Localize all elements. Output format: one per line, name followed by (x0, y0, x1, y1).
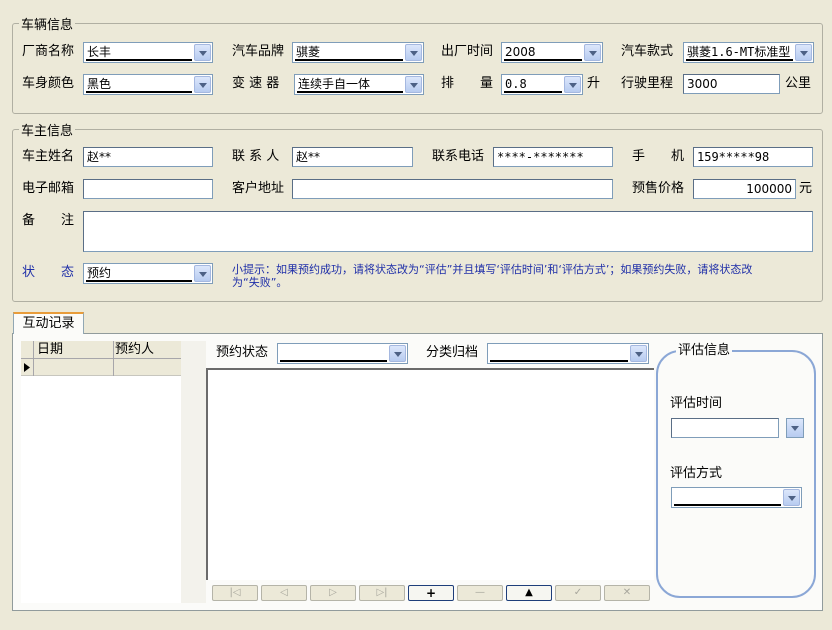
brand-combo[interactable]: 骐菱 (292, 42, 424, 63)
col-date-header[interactable]: 日期 (37, 341, 63, 359)
manufacturer-value: 长丰 (86, 44, 192, 61)
grid-header: 日期 预约人 (21, 341, 181, 359)
edit-record-button[interactable]: ▲ (506, 585, 552, 601)
prev-record-button[interactable]: ◁ (261, 585, 307, 601)
chevron-down-icon[interactable] (405, 76, 422, 93)
chevron-down-icon[interactable] (783, 489, 800, 506)
grid-divider (33, 341, 34, 376)
phone-field[interactable]: ****-******* (493, 147, 613, 167)
booking-status-value (280, 345, 387, 362)
table-row[interactable] (21, 359, 181, 376)
owner-name-field[interactable]: 赵** (83, 147, 213, 167)
owner-name-label: 车主姓名 (22, 149, 75, 164)
email-label: 电子邮箱 (22, 181, 75, 196)
mileage-field[interactable]: 3000 (683, 74, 780, 94)
chevron-down-icon[interactable] (584, 44, 601, 61)
eval-method-combo[interactable] (671, 487, 802, 508)
displacement-unit: 升 (587, 76, 601, 91)
price-field[interactable]: 100000 (693, 179, 796, 199)
chevron-down-icon[interactable] (564, 76, 581, 93)
price-unit: 元 (799, 181, 813, 196)
chevron-down-icon[interactable] (405, 44, 422, 61)
gearbox-combo[interactable]: 连续手自一体 (294, 74, 424, 95)
owner-info-title: 车主信息 (21, 124, 74, 139)
grid-splitter[interactable] (181, 341, 206, 603)
price-label: 预售价格 (632, 181, 685, 196)
last-record-button[interactable]: ▷| (359, 585, 405, 601)
vehicle-info-group: 车辆信息 (12, 14, 823, 114)
record-pointer-icon (24, 363, 30, 372)
year-combo[interactable]: 2008 (501, 42, 603, 63)
chevron-down-icon[interactable] (795, 44, 812, 61)
displacement-combo[interactable]: 0.8 (501, 74, 583, 95)
mobile-label: 手 机 (632, 149, 685, 164)
cancel-record-button[interactable]: ✕ (604, 585, 650, 601)
add-record-button[interactable]: + (408, 585, 454, 601)
records-grid[interactable]: 日期 预约人 (21, 341, 181, 603)
eval-time-label: 评估时间 (670, 396, 723, 411)
chevron-down-icon[interactable] (194, 265, 211, 282)
mileage-label: 行驶里程 (621, 76, 674, 91)
chevron-down-icon[interactable] (194, 76, 211, 93)
address-field[interactable] (292, 179, 613, 199)
booking-status-label: 预约状态 (216, 345, 269, 360)
color-combo[interactable]: 黑色 (83, 74, 213, 95)
vehicle-info-title: 车辆信息 (21, 18, 74, 33)
brand-value: 骐菱 (295, 44, 403, 61)
model-value: 骐菱1.6-MT标准型 (686, 44, 793, 61)
save-record-button[interactable]: ✓ (555, 585, 601, 601)
year-value: 2008 (504, 44, 582, 61)
col-appointee-header[interactable]: 预约人 (115, 341, 154, 359)
contact-label: 联 系 人 (232, 149, 280, 164)
status-label: 状 态 (22, 265, 75, 280)
record-detail-list[interactable] (206, 368, 654, 580)
status-hint: 小提示：如果预约成功，请将状态改为“评估”并且填写‘评估时间’和‘评估方式’；如… (232, 263, 753, 289)
brand-label: 汽车品牌 (232, 44, 285, 59)
eval-time-field[interactable] (671, 418, 779, 438)
phone-label: 联系电话 (432, 149, 485, 164)
mileage-unit: 公里 (785, 76, 812, 91)
year-label: 出厂时间 (441, 44, 494, 59)
calendar-dropdown-icon[interactable] (786, 418, 804, 438)
displacement-label: 排 量 (441, 76, 494, 91)
remark-label: 备 注 (22, 213, 75, 228)
status-value: 预约 (86, 265, 192, 282)
model-combo[interactable]: 骐菱1.6-MT标准型 (683, 42, 814, 63)
color-label: 车身颜色 (22, 76, 75, 91)
tab-interaction[interactable]: 互动记录 (13, 312, 84, 334)
first-record-button[interactable]: |◁ (212, 585, 258, 601)
evaluation-title: 评估信息 (676, 343, 733, 359)
delete-record-button[interactable]: — (457, 585, 503, 601)
manufacturer-combo[interactable]: 长丰 (83, 42, 213, 63)
gearbox-label: 变 速 器 (232, 76, 280, 91)
category-label: 分类归档 (426, 345, 479, 360)
next-record-button[interactable]: ▷ (310, 585, 356, 601)
email-field[interactable] (83, 179, 213, 199)
booking-status-combo[interactable] (277, 343, 408, 364)
address-label: 客户地址 (232, 181, 285, 196)
mobile-field[interactable]: 159*****98 (693, 147, 813, 167)
eval-method-value (674, 489, 781, 506)
displacement-value: 0.8 (504, 76, 562, 93)
grid-divider (113, 341, 114, 376)
model-label: 汽车款式 (621, 44, 674, 59)
category-combo[interactable] (487, 343, 649, 364)
gearbox-value: 连续手自一体 (297, 76, 403, 93)
status-combo[interactable]: 预约 (83, 263, 213, 284)
remark-field[interactable] (83, 211, 813, 252)
eval-method-label: 评估方式 (670, 466, 723, 481)
chevron-down-icon[interactable] (630, 345, 647, 362)
manufacturer-label: 厂商名称 (22, 44, 75, 59)
category-value (490, 345, 628, 362)
color-value: 黑色 (86, 76, 192, 93)
contact-field[interactable]: 赵** (292, 147, 413, 167)
chevron-down-icon[interactable] (389, 345, 406, 362)
chevron-down-icon[interactable] (194, 44, 211, 61)
